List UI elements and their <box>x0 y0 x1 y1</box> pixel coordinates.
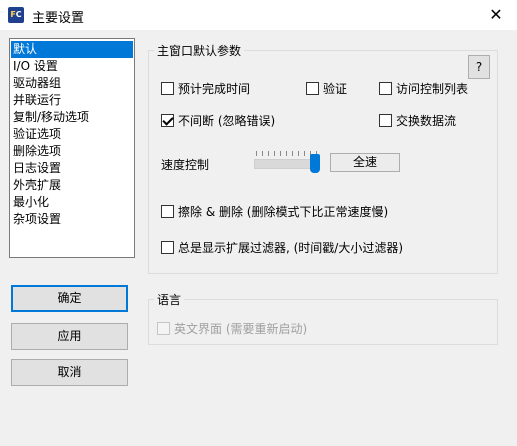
list-item-copy-move-options[interactable]: 复制/移动选项 <box>11 109 133 126</box>
list-item-delete-options[interactable]: 删除选项 <box>11 143 133 160</box>
settings-dialog: FC 主要设置 ✕ 默认 I/O 设置 驱动器组 并联运行 复制/移动选项 验证… <box>0 0 517 446</box>
help-button[interactable]: ? <box>468 55 490 79</box>
checkbox-box-checked <box>161 113 174 127</box>
checkbox-box <box>379 81 392 95</box>
verify-checkbox[interactable]: 验证 <box>306 80 347 96</box>
speed-slider[interactable] <box>254 151 324 173</box>
title-bar: FC 主要设置 ✕ <box>0 0 517 30</box>
list-item-default[interactable]: 默认 <box>11 41 133 58</box>
apply-button[interactable]: 应用 <box>11 323 128 350</box>
checkbox-box-disabled <box>157 321 170 335</box>
close-icon: ✕ <box>489 5 503 24</box>
english-ui-label: 英文界面 (需要重新启动) <box>174 321 308 336</box>
wipe-delete-checkbox[interactable]: 擦除 & 删除 (删除模式下比正常速度慢) <box>161 203 388 219</box>
list-item-verify-options[interactable]: 验证选项 <box>11 126 133 143</box>
verify-label: 验证 <box>323 81 348 96</box>
app-icon: FC <box>8 7 24 23</box>
list-item-drive-groups[interactable]: 驱动器组 <box>11 75 133 92</box>
acl-label: 访问控制列表 <box>396 81 469 96</box>
acl-checkbox[interactable]: 访问控制列表 <box>379 80 468 96</box>
show-filter-checkbox[interactable]: 总是显示扩展过滤器, (时间戳/大小过滤器) <box>161 239 403 255</box>
list-item-misc-settings[interactable]: 杂项设置 <box>11 211 133 228</box>
list-item-io-settings[interactable]: I/O 设置 <box>11 58 133 75</box>
ok-button[interactable]: 确定 <box>11 285 128 312</box>
alt-streams-checkbox[interactable]: 交换数据流 <box>379 112 456 128</box>
category-list[interactable]: 默认 I/O 设置 驱动器组 并联运行 复制/移动选项 验证选项 删除选项 日志… <box>9 38 135 258</box>
checkbox-box <box>161 204 174 218</box>
english-ui-checkbox: 英文界面 (需要重新启动) <box>157 320 307 336</box>
checkbox-box <box>161 240 174 254</box>
estimate-time-checkbox[interactable]: 预计完成时间 <box>161 80 250 96</box>
checkbox-box <box>379 113 392 127</box>
slider-fill <box>255 160 311 168</box>
no-interrupt-checkbox[interactable]: 不间断 (忽略错误) <box>161 112 275 128</box>
wipe-delete-label: 擦除 & 删除 (删除模式下比正常速度慢) <box>178 204 389 219</box>
list-item-parallel-run[interactable]: 并联运行 <box>11 92 133 109</box>
list-item-minimize[interactable]: 最小化 <box>11 194 133 211</box>
window-title: 主要设置 <box>32 11 85 26</box>
no-interrupt-label: 不间断 (忽略错误) <box>178 113 276 128</box>
main-defaults-group-title: 主窗口默认参数 <box>154 42 245 59</box>
list-item-shell-extension[interactable]: 外壳扩展 <box>11 177 133 194</box>
close-button[interactable]: ✕ <box>475 0 517 30</box>
speed-control-label: 速度控制 <box>161 158 210 172</box>
estimate-time-label: 预计完成时间 <box>178 81 251 96</box>
speed-value-button[interactable]: 全速 <box>330 153 400 172</box>
cancel-button[interactable]: 取消 <box>11 359 128 386</box>
checkbox-box <box>306 81 319 95</box>
checkbox-box <box>161 81 174 95</box>
show-filter-label: 总是显示扩展过滤器, (时间戳/大小过滤器) <box>178 240 404 255</box>
language-group-title: 语言 <box>154 291 185 308</box>
list-item-log-settings[interactable]: 日志设置 <box>11 160 133 177</box>
slider-thumb[interactable] <box>310 154 320 173</box>
alt-streams-label: 交换数据流 <box>396 113 457 128</box>
